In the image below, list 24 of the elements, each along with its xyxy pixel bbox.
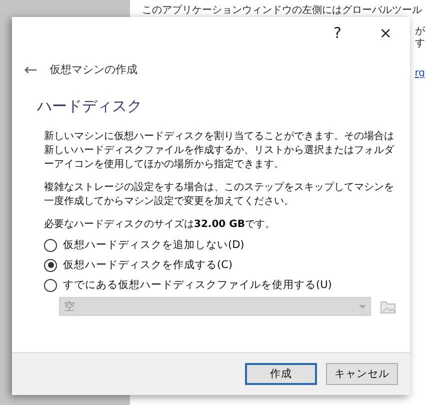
welcome-text: す: [415, 38, 425, 50]
radio-icon[interactable]: [44, 278, 57, 292]
help-button[interactable]: ?: [329, 24, 346, 42]
back-button[interactable]: ←: [24, 60, 38, 79]
radio-option[interactable]: すでにある仮想ハードディスクファイルを使用する(U): [44, 278, 410, 292]
option-label: すでにある仮想ハードディスクファイルを使用する(U): [63, 278, 332, 292]
cancel-button[interactable]: キャンセル: [326, 363, 398, 385]
description-text: 必要なハードディスクのサイズは32.00 GBです。: [44, 218, 276, 232]
option-label: 仮想ハードディスクを追加しない(D): [63, 238, 244, 252]
welcome-text: このアプリケーションウィンドウの左側にはグローバルツール: [142, 4, 422, 17]
option-label: 仮想ハードディスクを作成する(C): [63, 258, 233, 272]
radio-icon[interactable]: [44, 238, 57, 252]
welcome-text: が: [415, 26, 425, 38]
radio-option[interactable]: 仮想ハードディスクを作成する(C): [44, 258, 410, 272]
radio-option[interactable]: 仮想ハードディスクを追加しない(D): [44, 238, 410, 252]
description-text: 新しいマシンに仮想ハードディスクを割り当てることができます。その場合は新しいハードディスクファイルを作成するか、リストから選択またはフォルダーアイコンを使用してほかの場所から指定できます。: [44, 130, 396, 172]
page-heading: ハードディスク: [36, 96, 143, 116]
close-button[interactable]: ×: [375, 24, 396, 42]
create-button[interactable]: 作成: [245, 363, 317, 385]
dropdown-arrow-icon: [359, 304, 366, 308]
radio-icon[interactable]: [44, 258, 57, 272]
website-link[interactable]: rg: [414, 68, 425, 79]
wizard-title: 仮想マシンの作成: [49, 62, 138, 77]
description-text: 複雑なストレージの設定をする場合は、このステップをスキップしてマシンを一度作成してからマシン設定で変更を加えてください。: [44, 181, 395, 209]
